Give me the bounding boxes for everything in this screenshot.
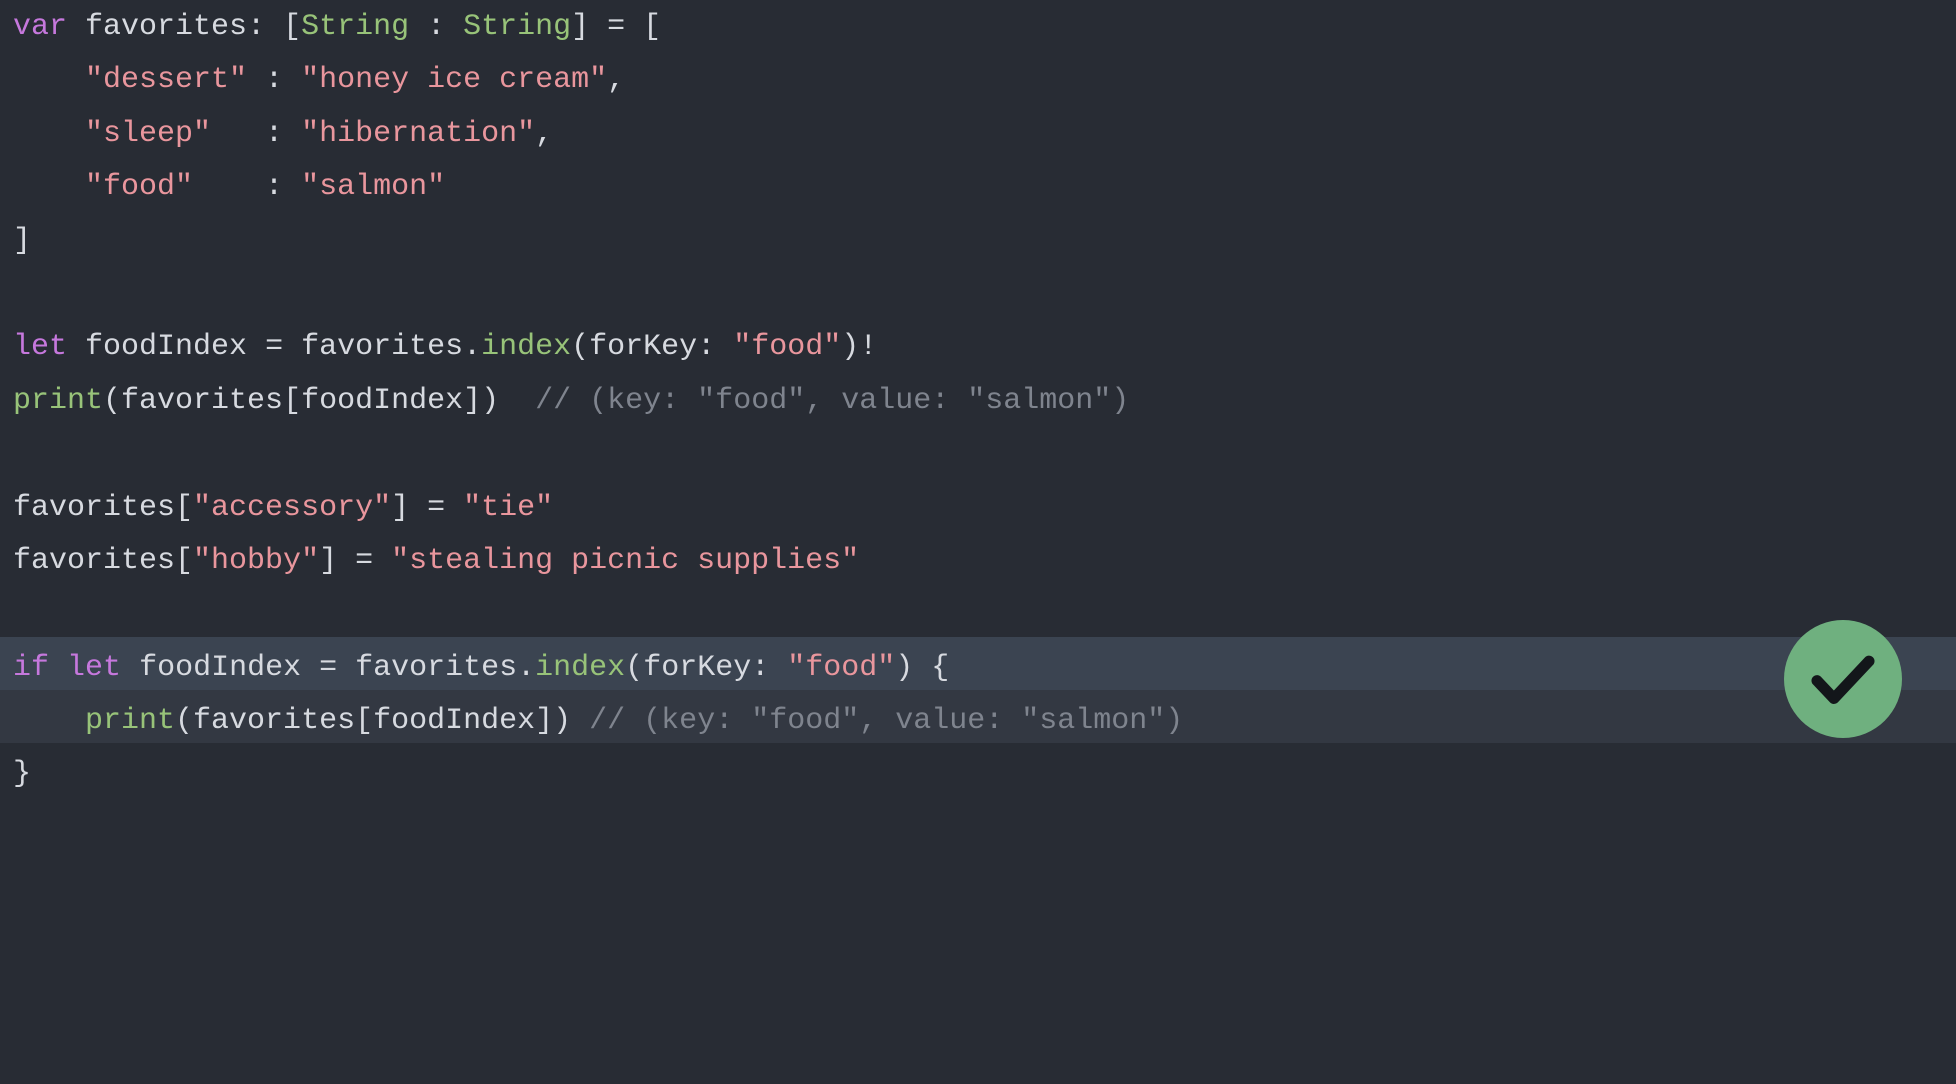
keyword-var: var <box>13 10 67 44</box>
method-index-2: index <box>535 651 625 685</box>
arg-label-forkey: forKey <box>589 330 697 364</box>
arg-value-food: "food" <box>733 330 841 364</box>
code-block: var favorites: [String : String] = [ "de… <box>0 1 1956 802</box>
identifier-favorites: favorites <box>85 10 247 44</box>
close-bracket: ] <box>13 224 31 258</box>
comment-output-1: // (key: "food", value: "salmon") <box>535 384 1129 418</box>
subscript-val-stealing: "stealing picnic supplies" <box>391 544 859 578</box>
func-print: print <box>13 384 103 418</box>
dict-val-salmon: "salmon" <box>301 170 445 204</box>
dict-key-dessert: "dessert" <box>85 63 247 97</box>
keyword-if: if <box>13 651 49 685</box>
identifier-foodindex: foodIndex <box>85 330 247 364</box>
dict-key-food: "food" <box>85 170 193 204</box>
dict-val-hibernation: "hibernation" <box>301 117 535 151</box>
identifier-foodindex-2: foodIndex <box>139 651 301 685</box>
subscript-key-hobby: "hobby" <box>193 544 319 578</box>
comment-output-2: // (key: "food", value: "salmon") <box>589 704 1183 738</box>
method-index: index <box>481 330 571 364</box>
type-string-key: String <box>301 10 409 44</box>
dict-key-sleep: "sleep" <box>85 117 211 151</box>
arg-value-food-2: "food" <box>787 651 895 685</box>
code-editor: var favorites: [String : String] = [ "de… <box>0 0 1956 1084</box>
subscript-key-accessory: "accessory" <box>193 491 391 525</box>
check-icon <box>1804 640 1882 718</box>
dict-val-honey-ice-cream: "honey ice cream" <box>301 63 607 97</box>
success-badge <box>1784 620 1902 738</box>
subscript-val-tie: "tie" <box>463 491 553 525</box>
keyword-let-2: let <box>67 651 121 685</box>
type-string-value: String <box>463 10 571 44</box>
keyword-let: let <box>13 330 67 364</box>
func-print-2: print <box>85 704 175 738</box>
close-brace: } <box>13 757 31 791</box>
